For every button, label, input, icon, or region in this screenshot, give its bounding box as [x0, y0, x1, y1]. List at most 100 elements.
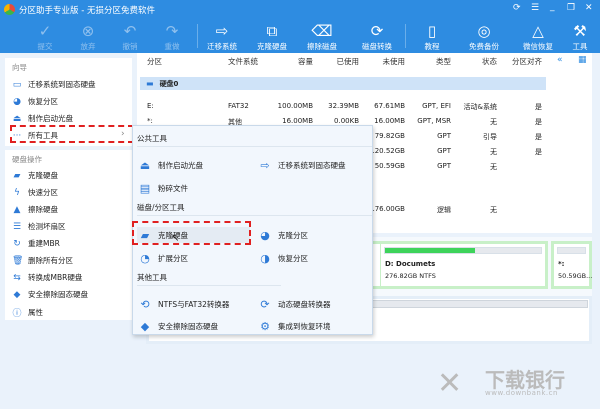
- column-header[interactable]: 分区对齐: [512, 56, 542, 67]
- menu-item-icon: ◑: [260, 251, 270, 265]
- sidebar-item-label: 转换成MBR硬盘: [28, 273, 83, 282]
- menu-item[interactable]: ⚙ 集成到恢复环境: [257, 318, 331, 334]
- toolbar-redo-button[interactable]: ↷ 重做: [147, 21, 197, 52]
- menu-item-label: 集成到恢复环境: [278, 321, 331, 331]
- table-cell: 0.00KB: [334, 117, 359, 125]
- partition-info: 50.59GB...: [558, 272, 593, 280]
- sidebar-item-disk-op-6[interactable]: ⇆ 转换成MBR硬盘: [12, 272, 82, 283]
- table-cell: FAT32: [228, 102, 249, 110]
- menu-item-label: 粉碎文件: [158, 183, 188, 193]
- toolbar-separator: [405, 24, 406, 48]
- sidebar-item-label: 安全擦除固态硬盘: [28, 290, 88, 299]
- toolbar-label: 工具: [572, 42, 588, 51]
- restore-icon[interactable]: ❐: [567, 3, 575, 13]
- all-tools-menu: 公共工具 ⏏ 制作启动光盘 ⇨ 迁移系统到固态硬盘 ▤ 粉碎文件 磁盘/分区工具 ▰ 克隆硬盘 ◕ 克…: [132, 125, 373, 335]
- column-header[interactable]: 分区: [147, 56, 162, 67]
- sidebar-item-label: 迁移系统到固态硬盘: [28, 80, 96, 89]
- toolbar-convert-disk-button[interactable]: ⟳ 磁盘转换: [352, 21, 402, 52]
- disk-map-partition[interactable]: *: 50.59GB...: [551, 241, 592, 289]
- menu-item-icon: ◔: [140, 251, 150, 265]
- sidebar-item-wizard-2[interactable]: ⏏ 制作启动光盘: [12, 113, 73, 124]
- menu-item[interactable]: ◔ 扩展分区: [137, 250, 188, 266]
- disk-icon: ▬: [146, 79, 154, 88]
- disk-map-partition[interactable]: D: Documets 276.82GB NTFS: [378, 241, 548, 289]
- minimize-icon[interactable]: _: [550, 2, 555, 12]
- convert-disk-icon: ⟳: [370, 22, 384, 40]
- disk-row[interactable]: ▬ 硬盘0: [140, 77, 546, 90]
- menu-item-icon: ⟲: [140, 297, 150, 311]
- menu-section-title: 其他工具: [137, 273, 167, 282]
- menu-item[interactable]: ◕ 克隆分区: [257, 227, 308, 243]
- menu-item[interactable]: ⏏ 制作启动光盘: [137, 157, 203, 173]
- table-cell: GPT: [437, 162, 451, 170]
- table-cell: 120.52GB: [370, 147, 405, 155]
- toolbar-book-button[interactable]: ▯ 教程: [407, 21, 457, 52]
- toolbar-backup-button[interactable]: ◎ 免费备份: [459, 21, 509, 52]
- app-logo-icon: [4, 4, 15, 15]
- close-icon[interactable]: ✕: [585, 3, 593, 13]
- menu-item-icon: ⚙: [260, 319, 270, 333]
- menu-item[interactable]: ◑ 恢复分区: [257, 250, 308, 266]
- table-cell: 引导: [483, 133, 497, 141]
- column-header[interactable]: 未使用: [383, 56, 406, 67]
- sidebar-item-icon: ◕: [13, 96, 21, 107]
- usage-bar: [557, 247, 586, 254]
- sidebar-item-disk-op-1[interactable]: ϟ 快速分区: [12, 187, 58, 198]
- menu-item[interactable]: ◆ 安全擦除固态硬盘: [137, 318, 218, 334]
- sidebar-item-wizard-0[interactable]: ▭ 迁移系统到固态硬盘: [12, 79, 96, 90]
- sidebar-item-label: 检测坏扇区: [28, 222, 66, 231]
- table-cell: 无: [490, 148, 497, 156]
- sidebar-item-disk-op-3[interactable]: ☰ 检测坏扇区: [12, 221, 66, 232]
- menu-item[interactable]: ▤ 粉碎文件: [137, 180, 188, 196]
- menu-section-title: 磁盘/分区工具: [137, 203, 185, 212]
- title-bar: 分区助手专业版 - 无损分区免费软件 ⟳ ☰ _ ❐ ✕: [0, 0, 600, 19]
- sidebar-item-disk-op-7[interactable]: ◆ 安全擦除固态硬盘: [12, 289, 88, 300]
- column-header[interactable]: 容量: [298, 56, 313, 67]
- collapse-icon[interactable]: «: [557, 55, 563, 65]
- sidebar-item-wizard-1[interactable]: ◕ 恢复分区: [12, 96, 58, 107]
- menu-section-title: 公共工具: [137, 134, 167, 143]
- table-cell: GPT: [437, 147, 451, 155]
- column-header[interactable]: 类型: [436, 56, 451, 67]
- toolbar-wrench-button[interactable]: ⚒ 工具: [555, 21, 600, 52]
- toolbar-label: 教程: [424, 42, 440, 51]
- toolbar-label: 磁盘转换: [362, 42, 392, 51]
- menu-item-label: 安全擦除固态硬盘: [158, 321, 218, 331]
- column-header[interactable]: 已使用: [337, 56, 360, 67]
- sidebar-item-disk-op-8[interactable]: ⓘ 属性: [12, 306, 43, 319]
- wipe-disk-icon: ⌫: [311, 22, 333, 40]
- menu-item[interactable]: ⟳ 动态硬盘转换器: [257, 296, 330, 312]
- menu-icon[interactable]: ☰: [531, 3, 539, 13]
- refresh-icon[interactable]: ⟳: [513, 3, 521, 13]
- sidebar-item-label: 制作启动光盘: [28, 114, 73, 123]
- usage-bar: [384, 247, 542, 254]
- table-cell: 32.39MB: [328, 102, 359, 110]
- table-cell: 是: [535, 133, 542, 141]
- sidebar-item-disk-op-4[interactable]: ↻ 重建MBR: [12, 238, 60, 249]
- menu-item[interactable]: ⇨ 迁移系统到固态硬盘: [257, 157, 345, 173]
- sidebar-item-label: 克隆硬盘: [28, 171, 58, 180]
- toolbar-wipe-disk-button[interactable]: ⌫ 擦除磁盘: [297, 21, 347, 52]
- menu-item-icon: ▤: [139, 181, 151, 195]
- toolbar-label: 克隆硬盘: [257, 42, 287, 51]
- sidebar-item-disk-op-5[interactable]: 🗑 删除所有分区: [12, 255, 73, 266]
- layout-icon[interactable]: ▦: [578, 55, 587, 65]
- sidebar-item-disk-op-0[interactable]: ▰ 克隆硬盘: [12, 170, 58, 181]
- wrench-icon: ⚒: [573, 22, 587, 40]
- menu-item[interactable]: ⟲ NTFS与FAT32转换器: [137, 296, 229, 312]
- toolbar-label: 免费备份: [469, 42, 499, 51]
- partition-info: 276.82GB NTFS: [385, 272, 436, 280]
- toolbar-clone-disk-button[interactable]: ⧉ 克隆硬盘: [247, 21, 297, 52]
- column-header[interactable]: 状态: [482, 56, 497, 67]
- sidebar-item-icon: ◆: [13, 289, 21, 300]
- sidebar-item-disk-op-2[interactable]: ▲ 擦除硬盘: [12, 204, 58, 215]
- sidebar-item-label: 恢复分区: [28, 97, 58, 106]
- column-header[interactable]: 文件系统: [228, 56, 258, 67]
- highlight-clone-disk: [132, 221, 251, 245]
- toolbar-migrate-os-button[interactable]: ⇨ 迁移系统: [197, 21, 247, 52]
- table-cell: 67.61MB: [374, 102, 405, 110]
- table-cell: GPT: [437, 132, 451, 140]
- backup-icon: ◎: [477, 22, 491, 40]
- toolbar-label: 微信恢复: [523, 42, 553, 51]
- menu-item-label: 扩展分区: [158, 253, 188, 263]
